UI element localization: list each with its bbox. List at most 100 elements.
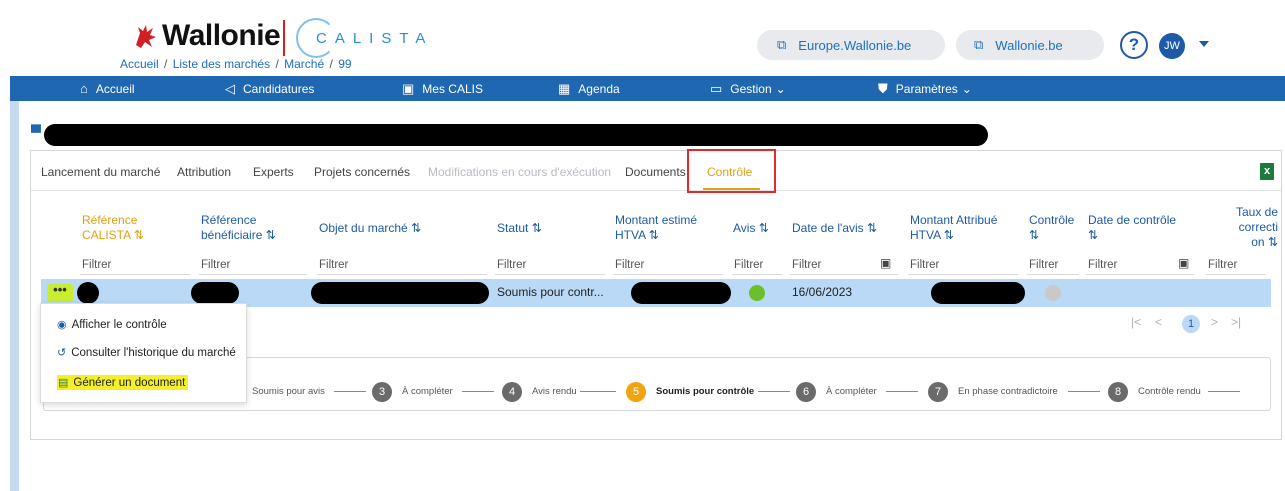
nav-accueil[interactable]: ⌂ Accueil <box>80 76 135 101</box>
filter-montant-estime[interactable]: Filtrer <box>615 259 644 271</box>
nav-gestion[interactable]: ▭ Gestion ⌄ <box>710 76 786 101</box>
document-icon: ▤ <box>58 377 69 389</box>
shield-icon: ⛊ <box>878 80 888 96</box>
filter-date-controle[interactable]: Filtrer <box>1088 259 1117 271</box>
home-icon: ⌂ <box>80 81 88 96</box>
filter-objet[interactable]: Filtrer <box>319 259 348 271</box>
step-3-label: À compléter <box>402 386 453 397</box>
filter-avis[interactable]: Filtrer <box>734 259 763 271</box>
col-statut[interactable]: Statut ⇅ <box>497 221 587 236</box>
step-6-circle: 6 <box>796 382 816 402</box>
col-avis[interactable]: Avis ⇅ <box>733 221 783 236</box>
step-6-label: À compléter <box>826 386 877 397</box>
tab-lancement[interactable]: Lancement du marché <box>41 165 160 179</box>
filter-controle[interactable]: Filtrer <box>1029 259 1058 271</box>
col-ref-calista[interactable]: Référence CALISTA ⇅ <box>82 213 162 243</box>
pager-prev-icon[interactable]: < <box>1155 315 1162 329</box>
menu-afficher-label: Afficher le contrôle <box>71 318 167 331</box>
breadcrumb-accueil[interactable]: Accueil <box>120 57 159 71</box>
filter-ref-beneficiaire[interactable]: Filtrer <box>201 259 230 271</box>
breadcrumb-id: 99 <box>338 57 352 71</box>
nav-candidatures[interactable]: ◁ Candidatures <box>225 76 314 101</box>
menu-afficher-controle[interactable]: ◉ Afficher le contrôle <box>57 318 167 332</box>
col-date-avis[interactable]: Date de l'avis ⇅ <box>792 221 902 236</box>
avis-status-dot <box>749 285 765 301</box>
redacted-cell <box>191 282 239 304</box>
breadcrumb-marche[interactable]: Marché <box>284 57 324 71</box>
megaphone-icon: ◁ <box>225 80 235 96</box>
tab-attribution[interactable]: Attribution <box>177 165 231 179</box>
step-5-circle: 5 <box>626 382 646 402</box>
step-8-label: Contrôle rendu <box>1138 386 1201 397</box>
external-link-icon: ⧉ <box>777 37 787 52</box>
col-montant-attribue[interactable]: Montant Attribué HTVA ⇅ <box>910 213 1020 243</box>
sort-icon: ⇅ <box>1267 235 1278 249</box>
sort-icon: ⇅ <box>648 228 659 242</box>
user-avatar[interactable]: JW <box>1159 33 1185 59</box>
wallonie-link[interactable]: ⧉ Wallonie.be <box>956 30 1104 60</box>
filter-ref-calista[interactable]: Filtrer <box>82 259 111 271</box>
excel-export-icon[interactable]: x <box>1260 163 1274 180</box>
col-montant-estime[interactable]: Montant estimé HTVA ⇅ <box>615 213 715 243</box>
eye-icon: ◉ <box>57 319 67 331</box>
redacted-cell <box>631 282 731 304</box>
col-date-controle[interactable]: Date de contrôle ⇅ <box>1088 213 1188 243</box>
sort-icon: ⇅ <box>867 221 878 235</box>
tab-projets[interactable]: Projets concernés <box>314 165 410 179</box>
col-controle[interactable]: Contrôle ⇅ <box>1029 213 1085 243</box>
step-4-label: Avis rendu <box>532 386 577 397</box>
filter-montant-attribue[interactable]: Filtrer <box>910 259 939 271</box>
user-menu-caret-icon[interactable] <box>1199 41 1209 47</box>
nav-candidatures-label: Candidatures <box>243 81 315 96</box>
chevron-down-icon: ⌄ <box>775 81 786 96</box>
breadcrumb-liste[interactable]: Liste des marchés <box>173 57 270 71</box>
pager-next-icon[interactable]: > <box>1211 315 1218 329</box>
wallonie-logo[interactable]: Wallonie <box>132 19 281 52</box>
cell-statut: Soumis pour contr... <box>497 285 604 299</box>
folder-icon: ▭ <box>710 80 723 96</box>
col-ref-beneficiaire[interactable]: Référence bénéficiaire ⇅ <box>201 213 301 243</box>
nav-parametres[interactable]: ⛊ Paramètres ⌄ <box>878 76 972 101</box>
pager-first-icon[interactable]: |< <box>1131 315 1141 329</box>
rooster-icon <box>136 25 156 48</box>
pager-last-icon[interactable]: >| <box>1231 315 1241 329</box>
tab-bar: Lancement du marché Attribution Experts … <box>31 149 1281 193</box>
menu-historique[interactable]: ↺ Consulter l'historique du marché <box>57 346 236 360</box>
row-actions-button[interactable]: ••• <box>47 283 73 302</box>
wallonie-label: Wallonie.be <box>995 37 1063 53</box>
step-2-label: Soumis pour avis <box>252 386 325 397</box>
sort-icon: ⇅ <box>411 221 422 235</box>
sort-icon: ⇅ <box>531 221 542 235</box>
tab-modifications: Modifications en cours d'exécution <box>428 165 612 179</box>
calendar-icon[interactable]: ▣ <box>1178 256 1189 270</box>
calendar-icon[interactable]: ▣ <box>880 256 891 270</box>
alert-icon: ▣ <box>402 80 415 96</box>
help-icon[interactable]: ? <box>1120 31 1148 59</box>
sort-icon: ⇅ <box>1088 228 1099 242</box>
filter-statut[interactable]: Filtrer <box>497 259 526 271</box>
col-taux-correction[interactable]: Taux de correcti on ⇅ <box>1228 205 1278 250</box>
nav-mes-calis[interactable]: ▣ Mes CALIS <box>402 76 483 101</box>
europe-wallonie-link[interactable]: ⧉ Europe.Wallonie.be <box>757 30 945 60</box>
sort-icon: ⇅ <box>1029 228 1040 242</box>
col-objet[interactable]: Objet du marché ⇅ <box>319 221 459 236</box>
filter-taux[interactable]: Filtrer <box>1208 259 1237 271</box>
tab-experts[interactable]: Experts <box>253 165 294 179</box>
redacted-title <box>44 124 988 146</box>
cell-date-avis: 16/06/2023 <box>792 285 853 299</box>
pager-page-1[interactable]: 1 <box>1182 315 1200 333</box>
redacted-cell <box>77 282 99 304</box>
sort-icon: ⇅ <box>758 221 769 235</box>
filter-date-avis[interactable]: Filtrer <box>792 259 821 271</box>
calista-logo[interactable]: CALISTA <box>296 18 433 58</box>
breadcrumb: Accueil / Liste des marchés / Marché / 9… <box>120 57 352 71</box>
sort-icon: ⇅ <box>265 228 276 242</box>
logo-separator <box>283 20 285 56</box>
tab-documents[interactable]: Documents <box>625 165 686 179</box>
menu-historique-label: Consulter l'historique du marché <box>71 346 236 359</box>
main-nav: ⌂ Accueil ◁ Candidatures ▣ Mes CALIS ▦ A… <box>10 76 1285 101</box>
logo-text: Wallonie <box>162 19 281 52</box>
menu-generer-document[interactable]: ▤ Générer un document <box>57 375 189 390</box>
redacted-cell <box>931 282 1025 304</box>
nav-agenda[interactable]: ▦ Agenda <box>558 76 620 101</box>
